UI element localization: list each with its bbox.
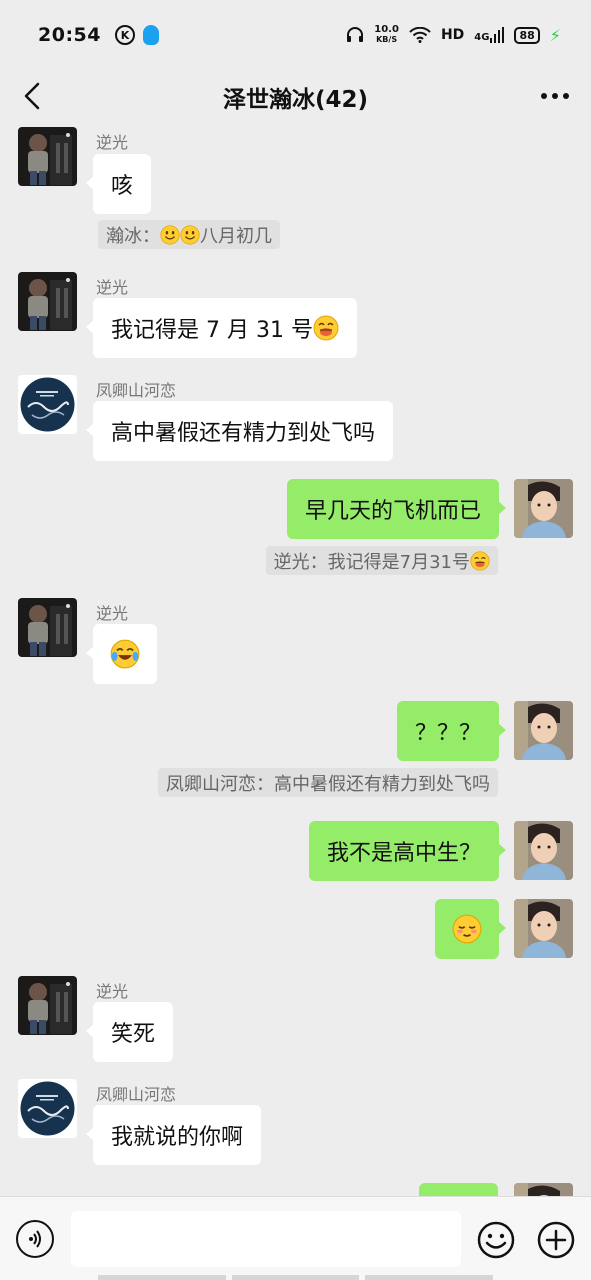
quoted-message[interactable]: 瀚冰： 八月初几	[98, 220, 280, 249]
message-input[interactable]	[71, 1211, 461, 1267]
avatar-fengqing[interactable]	[18, 1079, 77, 1138]
network-speed: 10.0 KB/S	[374, 25, 399, 45]
hd-label: HD	[440, 27, 465, 43]
message-bubble[interactable]: 笑死	[85, 1002, 174, 1062]
message-bubble[interactable]: ？？？	[396, 701, 507, 761]
voice-icon	[29, 1230, 41, 1248]
wifi-icon	[409, 27, 431, 43]
charging-icon: ⚡	[549, 25, 561, 45]
qq-icon	[142, 25, 159, 45]
emoji-button[interactable]	[476, 1220, 516, 1260]
message-bubble[interactable]: 我不是高中生？	[308, 821, 507, 881]
title-bar: 泽世瀚冰(42)	[0, 70, 591, 124]
plus-icon	[537, 1221, 575, 1259]
status-time: 20:54	[38, 24, 101, 46]
avatar-self[interactable]	[514, 1183, 573, 1196]
relieved-face-emoji	[452, 914, 482, 944]
avatar-niguang[interactable]	[18, 127, 77, 186]
drooling-face-emoji	[470, 551, 490, 571]
quoted-message[interactable]: 凤卿山河恋：高中暑假还有精力到处飞吗	[158, 768, 498, 797]
avatar-niguang[interactable]	[18, 598, 77, 657]
avatar-self[interactable]	[514, 479, 573, 538]
message-bubble[interactable]: 咳	[85, 154, 152, 214]
avatar-niguang[interactable]	[18, 976, 77, 1035]
chat-title: 泽世瀚冰(42)	[222, 87, 369, 113]
speed-unit: KB/S	[376, 35, 398, 44]
avatar-niguang[interactable]	[18, 272, 77, 331]
quote-text: 凤卿山河恋：高中暑假还有精力到处飞吗	[166, 773, 490, 795]
speed-value: 10.0	[374, 24, 399, 35]
smile-emoji	[180, 225, 200, 245]
avatar-self[interactable]	[514, 701, 573, 760]
avatar-self[interactable]	[514, 899, 573, 958]
message-text: 我记得是 7 月 31 号	[111, 318, 313, 343]
avatar-self[interactable]	[514, 821, 573, 880]
sender-name: 凤卿山河恋	[96, 381, 177, 400]
message-bubble[interactable]: 高中暑假还有精力到处飞吗	[85, 401, 394, 461]
quote-prefix: 瀚冰：	[106, 225, 160, 247]
battery-level: 88	[514, 26, 540, 44]
chat-messages[interactable]: 逆光 咳 瀚冰： 八月初几 逆光 我记得是 7 月 31 号 凤卿山河恋 高中暑…	[0, 124, 591, 1196]
sender-name: 逆光	[96, 133, 129, 152]
message-bubble[interactable]	[419, 1183, 498, 1196]
status-right: 10.0 KB/S HD 4G 88 ⚡	[346, 25, 561, 45]
quote-text: 逆光：我记得是7月31号	[273, 551, 470, 573]
message-bubble[interactable]	[86, 624, 157, 684]
sender-name: 逆光	[96, 982, 129, 1001]
chevron-left-icon	[24, 82, 40, 110]
sender-name: 逆光	[96, 278, 129, 297]
message-bubble[interactable]: 我记得是 7 月 31 号	[86, 298, 357, 358]
emoji-icon	[477, 1221, 515, 1259]
input-bar	[0, 1196, 591, 1280]
message-bubble[interactable]: 我就说的你啊	[85, 1105, 262, 1165]
quoted-message[interactable]: 逆光：我记得是7月31号	[265, 546, 498, 575]
more-dots-icon	[541, 93, 569, 99]
back-button[interactable]	[12, 76, 52, 116]
voice-button[interactable]	[16, 1220, 54, 1258]
message-bubble[interactable]	[435, 899, 506, 959]
plus-button[interactable]	[536, 1220, 576, 1260]
signal-icon	[490, 27, 505, 43]
avatar-fengqing[interactable]	[18, 375, 77, 434]
sender-name: 逆光	[96, 604, 129, 623]
more-button[interactable]	[535, 76, 575, 116]
network-type: 4G	[474, 27, 505, 43]
status-bar: 20:54 K 10.0 KB/S HD 4G 88 ⚡	[0, 0, 591, 70]
bottom-indicator	[98, 1275, 494, 1280]
network-label: 4G	[474, 32, 490, 43]
drooling-face-emoji	[313, 315, 339, 341]
message-bubble[interactable]: 早几天的飞机而已	[286, 479, 507, 539]
headphones-icon	[347, 27, 364, 42]
sender-name: 凤卿山河恋	[96, 1085, 177, 1104]
tears-of-joy-emoji	[110, 639, 140, 669]
quote-text: 八月初几	[200, 225, 272, 247]
smile-emoji	[160, 225, 180, 245]
k-app-icon: K	[114, 25, 135, 45]
